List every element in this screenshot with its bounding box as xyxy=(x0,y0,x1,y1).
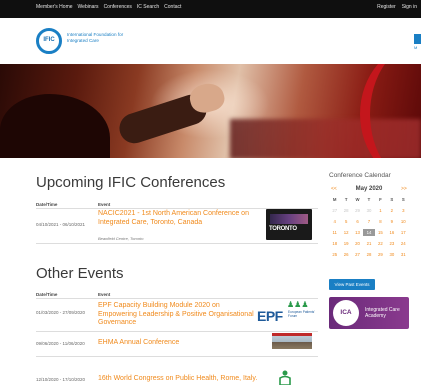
calendar-day[interactable]: 8 xyxy=(375,218,386,225)
nav-webinars[interactable]: Webinars xyxy=(78,4,99,10)
calendar-day[interactable]: 9 xyxy=(386,218,397,225)
calendar-weekday: S xyxy=(401,197,405,202)
calendar-day[interactable]: 28 xyxy=(363,251,374,258)
event-title-link[interactable]: EHMA Annual Conference xyxy=(98,339,258,348)
account-links: Register Sign in xyxy=(377,4,417,10)
hero-speaker-silhouette xyxy=(0,94,110,158)
ica-logo-text: ICA xyxy=(340,309,352,316)
nav-conferences[interactable]: Conferences xyxy=(104,4,132,10)
calendar-day[interactable]: 30 xyxy=(363,207,374,214)
calendar-day[interactable]: 27 xyxy=(329,207,340,214)
view-past-events-button[interactable]: View Past Events xyxy=(329,279,375,290)
event-title-link[interactable]: EPF Capacity Building Module 2020 on Emp… xyxy=(98,302,260,328)
epf-logo[interactable]: ♟♟♟ EPF European Patients' Forum xyxy=(257,300,317,327)
calendar-prev-button[interactable]: << xyxy=(331,186,337,192)
calendar-day[interactable]: 29 xyxy=(352,207,363,214)
epf-logo-letters: EPF xyxy=(257,308,283,324)
calendar-day[interactable]: 20 xyxy=(352,240,363,247)
upcoming-col-date: Date/Time xyxy=(36,202,58,207)
calendar-day[interactable]: 14 xyxy=(363,229,375,236)
header-side-tab[interactable] xyxy=(414,34,421,44)
calendar-day[interactable]: 29 xyxy=(375,251,386,258)
calendar-weekday: M xyxy=(332,197,337,202)
calendar-day[interactable]: 31 xyxy=(398,251,409,258)
other-col-event: Event xyxy=(98,292,111,297)
calendar-grid: M T W T F S S 27 28 29 30 1 2 3 4 5 6 7 8 9 10 11 12 13 14 15 16 17… xyxy=(329,196,409,258)
calendar-day[interactable]: 7 xyxy=(363,218,374,225)
calendar-header: May 2020 << >> xyxy=(329,186,409,194)
integrated-care-academy-banner[interactable]: ICA Integrated Care Academy xyxy=(329,297,409,329)
ica-banner-text: Integrated Care Academy xyxy=(365,307,400,319)
calendar-day[interactable]: 23 xyxy=(386,240,397,247)
calendar-weekday: F xyxy=(379,197,382,202)
calendar-weekday: S xyxy=(390,197,394,202)
top-navigation-bar: Member's Home Webinars Conferences IC Se… xyxy=(0,0,421,18)
upcoming-conferences-title: Upcoming IFIC Conferences xyxy=(36,174,226,191)
calendar-day[interactable]: 1 xyxy=(375,207,386,214)
hero-red-swoosh xyxy=(360,64,421,158)
site-header xyxy=(0,18,421,64)
calendar-day[interactable]: 21 xyxy=(363,240,374,247)
people-icon: ♟♟♟ xyxy=(287,300,309,309)
ific-logo[interactable]: IFIC xyxy=(36,28,62,54)
calendar-day[interactable]: 26 xyxy=(340,251,351,258)
event-date: 09/06/2020 - 11/06/2020 xyxy=(36,341,85,346)
epf-logo-caption: European Patients' Forum xyxy=(288,310,315,318)
organization-name[interactable]: International Foundation for Integrated … xyxy=(67,32,137,44)
calendar-weekday: W xyxy=(355,197,360,202)
calendar-day[interactable]: 12 xyxy=(340,229,351,236)
calendar-day[interactable]: 11 xyxy=(329,229,340,236)
event-title-link[interactable]: NACIC2021 - 1st North American Conferenc… xyxy=(98,210,263,227)
thumbnail-label: TORONTO xyxy=(269,226,297,232)
calendar-weekday: T xyxy=(344,197,348,202)
conference-calendar-title: Conference Calendar xyxy=(329,172,391,179)
calendar-day[interactable]: 25 xyxy=(329,251,340,258)
calendar-next-button[interactable]: >> xyxy=(401,186,407,192)
event-date: 12/10/2020 - 17/10/2020 xyxy=(36,377,86,382)
calendar-day[interactable]: 2 xyxy=(386,207,397,214)
calendar-day[interactable]: 22 xyxy=(375,240,386,247)
calendar-day[interactable]: 3 xyxy=(398,207,409,214)
calendar-weekday: T xyxy=(367,197,371,202)
top-nav: Member's Home Webinars Conferences IC Se… xyxy=(36,4,181,10)
nav-ic-search[interactable]: IC Search xyxy=(137,4,159,10)
toronto-event-thumbnail[interactable]: TORONTO xyxy=(266,209,312,240)
calendar-day[interactable]: 24 xyxy=(398,240,409,247)
header-side-tab-label: M xyxy=(414,45,418,50)
calendar-day[interactable]: 17 xyxy=(398,229,409,236)
calendar-day[interactable]: 19 xyxy=(340,240,351,247)
calendar-day[interactable]: 28 xyxy=(340,207,351,214)
logo-text: IFIC xyxy=(43,37,55,43)
ehma-event-thumbnail[interactable] xyxy=(272,333,312,349)
event-venue: Beanfield Centre, Toronto xyxy=(98,236,144,241)
register-link[interactable]: Register xyxy=(377,4,396,10)
calendar-day[interactable]: 13 xyxy=(352,229,363,236)
upcoming-col-event: Event xyxy=(98,202,111,207)
other-col-date: Date/Time xyxy=(36,292,58,297)
calendar-month: May 2020 xyxy=(355,186,383,192)
calendar-day[interactable]: 5 xyxy=(340,218,351,225)
calendar-day[interactable]: 4 xyxy=(329,218,340,225)
public-health-icon[interactable] xyxy=(277,370,293,385)
nav-members-home[interactable]: Member's Home xyxy=(36,4,73,10)
hero-banner-image xyxy=(0,64,421,158)
calendar-day[interactable]: 16 xyxy=(386,229,397,236)
calendar-day[interactable]: 27 xyxy=(352,251,363,258)
ica-logo: ICA xyxy=(333,300,359,326)
calendar-day[interactable]: 10 xyxy=(398,218,409,225)
calendar-day[interactable]: 30 xyxy=(386,251,397,258)
event-date: 01/03/2020 - 27/09/2020 xyxy=(36,310,86,315)
calendar-day[interactable]: 15 xyxy=(375,229,386,236)
other-events-title: Other Events xyxy=(36,265,124,282)
event-date: 04/10/2021 - 06/10/2021 xyxy=(36,222,86,227)
nav-contact[interactable]: Contact xyxy=(164,4,181,10)
event-title-link[interactable]: 16th World Congress on Public Health, Ro… xyxy=(98,375,273,384)
calendar-day[interactable]: 18 xyxy=(329,240,340,247)
calendar-day[interactable]: 6 xyxy=(352,218,363,225)
sign-in-link[interactable]: Sign in xyxy=(402,4,417,10)
